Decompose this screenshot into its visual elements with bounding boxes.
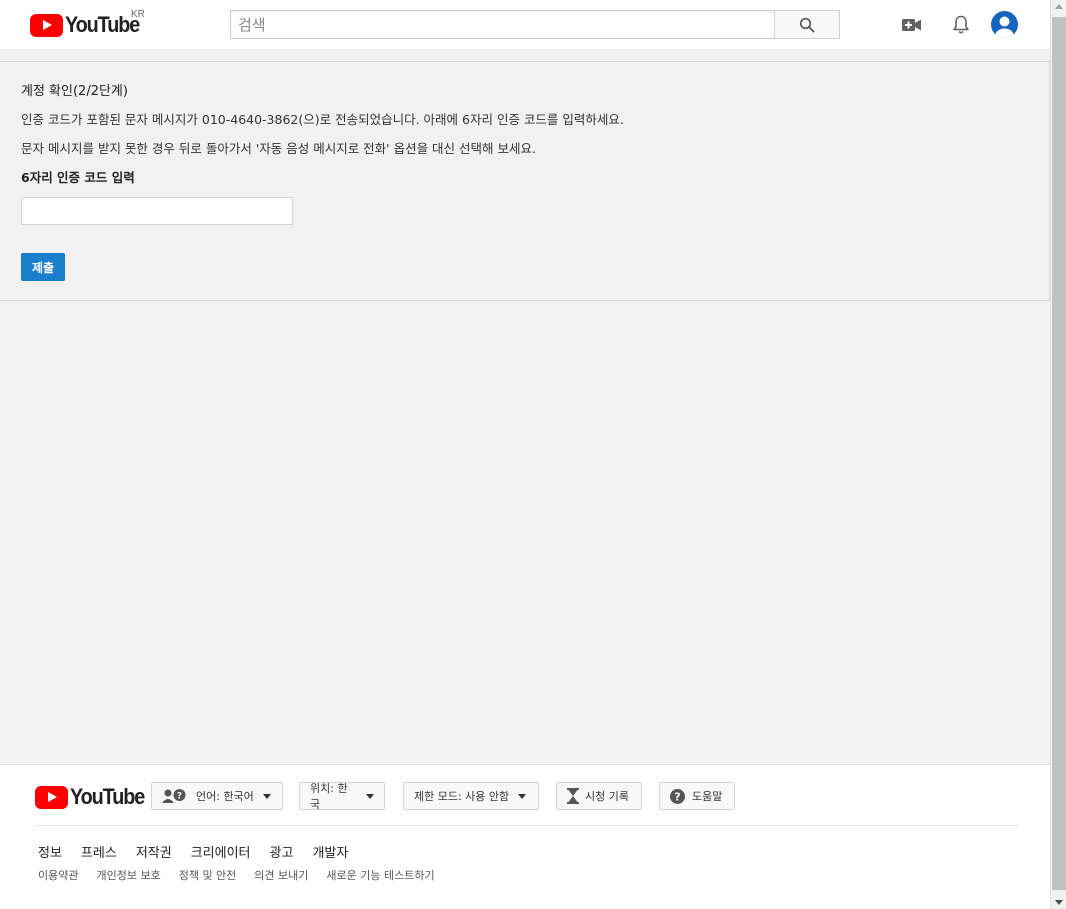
footer-primary-links: 정보 프레스 저작권 크리에이터 광고 개발자 — [38, 842, 367, 861]
scrollbar-thumb[interactable] — [1052, 17, 1066, 890]
chevron-down-icon — [366, 793, 374, 799]
footer-youtube-logo[interactable]: YouTube — [35, 784, 152, 810]
footer-link-advertise[interactable]: 광고 — [270, 842, 294, 861]
restricted-mode-label: 제한 모드: 사용 안함 — [414, 790, 510, 803]
region-code: KR — [131, 9, 145, 20]
submit-button[interactable]: 제출 — [21, 253, 65, 281]
footer-link-press[interactable]: 프레스 — [81, 842, 117, 861]
footer-link-privacy[interactable]: 개인정보 보호 — [96, 867, 160, 883]
language-label: 언어: 한국어 — [196, 790, 254, 803]
footer-divider — [35, 825, 1019, 826]
location-button[interactable]: 위치: 한국 — [299, 782, 385, 811]
vertical-scrollbar[interactable] — [1050, 0, 1066, 909]
bell-icon[interactable] — [948, 12, 974, 38]
search-icon — [799, 17, 815, 32]
footer-link-test-features[interactable]: 새로운 기능 테스트하기 — [326, 867, 434, 883]
footer-link-policy-safety[interactable]: 정책 및 안전 — [179, 867, 237, 883]
language-button[interactable]: ? 언어: 한국어 — [151, 782, 283, 810]
chevron-down-icon — [518, 793, 527, 799]
avatar[interactable] — [991, 11, 1018, 38]
location-label: 위치: 한국 — [310, 782, 348, 811]
footer-secondary-links: 이용약관 개인정보 보호 정책 및 안전 의견 보내기 새로운 기능 테스트하기 — [38, 867, 453, 883]
watch-history-button[interactable]: 시청 기록 — [556, 782, 642, 810]
restricted-mode-button[interactable]: 제한 모드: 사용 안함 — [403, 782, 539, 810]
fallback-message: 문자 메시지를 받지 못한 경우 뒤로 돌아가서 '자동 음성 메시지로 전화'… — [21, 141, 536, 156]
footer-link-terms[interactable]: 이용약관 — [38, 867, 78, 883]
footer-link-copyright[interactable]: 저작권 — [136, 842, 172, 861]
youtube-play-icon — [30, 13, 63, 37]
youtube-play-icon — [35, 785, 68, 809]
footer: YouTube ? 언어: 한국어 위치: 한국 제한 모드: 사용 안함 시청… — [0, 764, 1050, 909]
help-label: 도움말 — [692, 790, 723, 803]
youtube-logo[interactable]: YouTube KR — [30, 9, 147, 38]
page: YouTube KR 검색 계정 확인(2/2단계) 인증 코드가 포함된 문자… — [0, 0, 1050, 909]
scroll-down-arrow-icon[interactable] — [1055, 900, 1063, 905]
watch-history-label: 시청 기록 — [585, 790, 629, 803]
hourglass-icon — [567, 788, 579, 804]
scroll-up-arrow-icon[interactable] — [1055, 4, 1063, 9]
page-title: 계정 확인(2/2단계) — [21, 84, 128, 99]
help-button[interactable]: ? 도움말 — [659, 782, 735, 810]
footer-logo-wordmark: YouTube — [70, 784, 145, 809]
svg-text:?: ? — [177, 792, 182, 802]
footer-link-developers[interactable]: 개발자 — [312, 842, 348, 861]
verification-panel: 계정 확인(2/2단계) 인증 코드가 포함된 문자 메시지가 010-4640… — [0, 61, 1050, 301]
masthead: YouTube KR — [0, 0, 1050, 50]
footer-link-about[interactable]: 정보 — [38, 842, 62, 861]
video-upload-icon[interactable] — [899, 12, 925, 38]
chevron-down-icon — [262, 793, 271, 799]
search-bar — [230, 10, 840, 39]
verification-code-input[interactable] — [21, 197, 293, 225]
search-input[interactable] — [230, 10, 774, 39]
svg-text:?: ? — [674, 790, 680, 803]
logo-wordmark: YouTube — [65, 12, 140, 37]
footer-link-creators[interactable]: 크리에이터 — [191, 842, 251, 861]
help-icon: ? — [670, 788, 685, 804]
search-button[interactable] — [774, 10, 840, 39]
code-field-label: 6자리 인증 코드 입력 — [21, 170, 135, 185]
language-icon: ? — [162, 789, 186, 803]
sms-sent-message: 인증 코드가 포함된 문자 메시지가 010-4640-3862(으)로 전송되… — [21, 112, 624, 127]
footer-link-feedback[interactable]: 의견 보내기 — [254, 867, 308, 883]
